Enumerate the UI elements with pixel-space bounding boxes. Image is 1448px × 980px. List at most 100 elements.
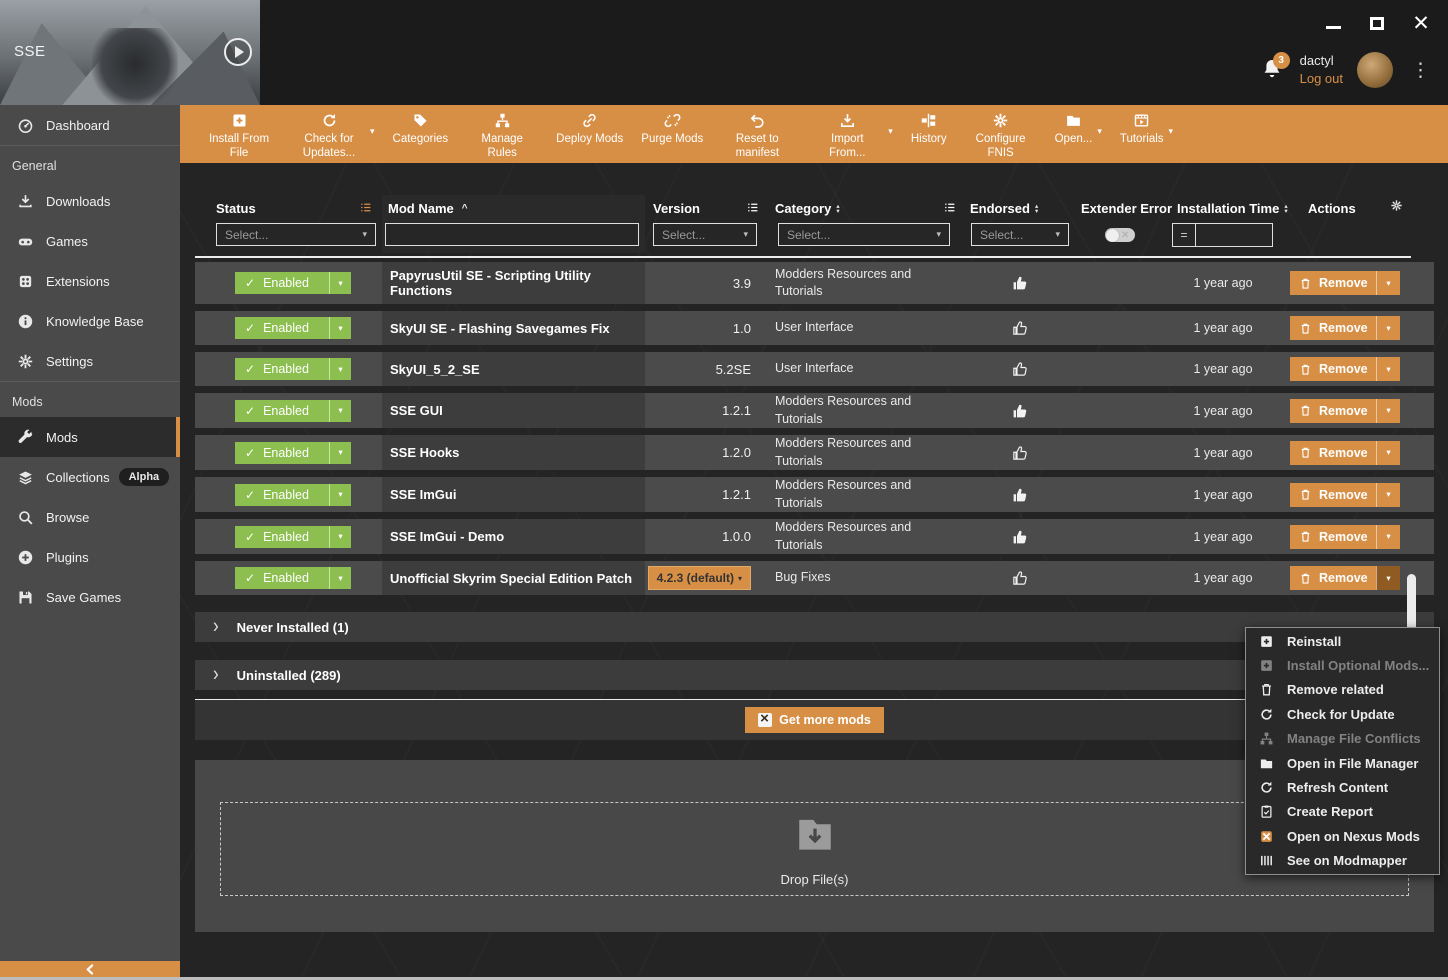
mod-name-cell[interactable]: Unofficial Skyrim Special Edition Patch (382, 561, 645, 595)
time-operator-button[interactable]: = (1173, 224, 1196, 246)
toolbar-button[interactable]: Configure FNIS (956, 105, 1046, 163)
column-header-status[interactable]: Status (216, 201, 256, 216)
play-game-button[interactable] (224, 38, 252, 66)
remove-dropdown-caret[interactable]: ▾ (1376, 525, 1400, 549)
enable-dropdown-caret[interactable]: ▾ (329, 526, 351, 548)
enable-dropdown-caret[interactable]: ▾ (329, 358, 351, 380)
version-dropdown-button[interactable]: 4.2.3 (default)▾ (648, 566, 751, 590)
endorse-button[interactable] (965, 311, 1075, 345)
toolbar-button[interactable]: Open... ▾ (1046, 105, 1111, 163)
toolbar-button[interactable]: Tutorials ▾ (1111, 105, 1182, 163)
sidebar-item[interactable]: Mods (0, 417, 180, 457)
toolbar-button[interactable]: History (902, 105, 956, 163)
remove-dropdown-caret[interactable]: ▾ (1376, 483, 1400, 507)
toolbar-button[interactable]: Deploy Mods (547, 105, 632, 163)
endorse-button[interactable] (965, 262, 1075, 304)
context-menu-item[interactable]: Remove related (1246, 678, 1439, 702)
sidebar-item[interactable]: Save Games (0, 577, 180, 617)
context-menu-item[interactable]: Create Report (1246, 800, 1439, 824)
mod-name-cell[interactable]: SkyUI SE - Flashing Savegames Fix (382, 311, 645, 345)
status-column-options-icon[interactable] (359, 201, 372, 214)
mod-name-cell[interactable]: SSE ImGui - Demo (382, 519, 645, 554)
table-settings-gear-icon[interactable] (1390, 199, 1403, 212)
remove-button[interactable]: Remove ▾ (1290, 483, 1400, 507)
sidebar-item[interactable]: Collections Alpha (0, 457, 180, 497)
mod-enable-toggle[interactable]: ✓ Enabled ▾ (235, 484, 351, 506)
dropdown-caret-icon[interactable]: ▾ (1097, 126, 1102, 137)
extender-error-toggle[interactable]: ✕ (1105, 228, 1135, 242)
dropdown-caret-icon[interactable]: ▾ (370, 126, 375, 137)
sidebar-item[interactable]: Extensions (0, 261, 180, 301)
mod-enable-toggle[interactable]: ✓ Enabled ▾ (235, 567, 351, 589)
category-column-options-icon[interactable] (943, 201, 956, 214)
remove-button[interactable]: Remove ▾ (1290, 316, 1400, 340)
enable-dropdown-caret[interactable]: ▾ (329, 484, 351, 506)
toolbar-button[interactable]: Categories (384, 105, 458, 163)
toolbar-button[interactable]: Check for Updates... ▾ (284, 105, 384, 163)
toolbar-button[interactable]: Install From File (194, 105, 284, 163)
remove-button[interactable]: Remove ▾ (1290, 357, 1400, 381)
sidebar-item[interactable]: Games (0, 221, 180, 261)
sidebar-item[interactable]: Browse (0, 497, 180, 537)
sidebar-item[interactable]: Dashboard (0, 105, 180, 145)
mod-name-filter[interactable] (385, 223, 639, 246)
sidebar-collapse-button[interactable] (0, 961, 180, 977)
mod-name-cell[interactable]: SSE GUI (382, 393, 645, 428)
context-menu-item[interactable]: Refresh Content (1246, 775, 1439, 799)
logout-link[interactable]: Log out (1300, 70, 1343, 88)
get-more-mods-button[interactable]: Get more mods (745, 707, 884, 733)
column-header-endorsed[interactable]: Endorsed▴▾ (970, 201, 1038, 216)
status-filter[interactable]: Select...▾ (216, 223, 376, 246)
mod-enable-toggle[interactable]: ✓ Enabled ▾ (235, 400, 351, 422)
column-header-version[interactable]: Version (653, 201, 700, 216)
close-button[interactable]: ✕ (1410, 12, 1432, 34)
mod-enable-toggle[interactable]: ✓ Enabled ▾ (235, 272, 351, 294)
remove-button[interactable]: Remove ▾ (1290, 441, 1400, 465)
mod-name-cell[interactable]: SSE ImGui (382, 477, 645, 512)
enable-dropdown-caret[interactable]: ▾ (329, 567, 351, 589)
enable-dropdown-caret[interactable]: ▾ (329, 400, 351, 422)
mod-enable-toggle[interactable]: ✓ Enabled ▾ (235, 526, 351, 548)
version-column-options-icon[interactable] (746, 201, 759, 214)
context-menu-item[interactable]: Reinstall (1246, 629, 1439, 653)
toolbar-button[interactable]: Purge Mods (632, 105, 712, 163)
remove-button[interactable]: Remove ▾ (1290, 566, 1400, 590)
column-header-installation-time[interactable]: Installation Time▴▾ (1177, 201, 1288, 216)
remove-dropdown-caret[interactable]: ▾ (1376, 399, 1400, 423)
sidebar-item[interactable]: Plugins (0, 537, 180, 577)
notifications-button[interactable]: 3 (1260, 57, 1286, 83)
column-header-category[interactable]: Category▴▾ (775, 201, 840, 216)
category-filter[interactable]: Select...▾ (778, 223, 950, 246)
column-header-mod-name[interactable]: Mod Name^ (388, 201, 468, 216)
mod-enable-toggle[interactable]: ✓ Enabled ▾ (235, 442, 351, 464)
endorsed-filter[interactable]: Select...▾ (971, 223, 1069, 246)
mod-enable-toggle[interactable]: ✓ Enabled ▾ (235, 317, 351, 339)
endorse-button[interactable] (965, 561, 1075, 595)
remove-dropdown-caret[interactable]: ▾ (1376, 271, 1400, 295)
endorse-button[interactable] (965, 519, 1075, 554)
installation-time-filter[interactable] (1196, 224, 1272, 246)
context-menu-item[interactable]: See on Modmapper (1246, 849, 1439, 873)
mod-name-cell[interactable]: SSE Hooks (382, 435, 645, 470)
endorse-button[interactable] (965, 352, 1075, 386)
version-filter[interactable]: Select...▾ (653, 223, 757, 246)
sidebar-item[interactable]: Downloads (0, 181, 180, 221)
dropdown-caret-icon[interactable]: ▾ (1169, 126, 1174, 137)
sidebar-item[interactable]: Knowledge Base (0, 301, 180, 341)
remove-button[interactable]: Remove ▾ (1290, 525, 1400, 549)
context-menu-item[interactable]: Open on Nexus Mods (1246, 824, 1439, 848)
toolbar-button[interactable]: Import From... ▾ (802, 105, 902, 163)
remove-dropdown-caret[interactable]: ▾ (1376, 566, 1400, 590)
context-menu-item[interactable]: Install Optional Mods... (1246, 653, 1439, 677)
remove-button[interactable]: Remove ▾ (1290, 399, 1400, 423)
enable-dropdown-caret[interactable]: ▾ (329, 442, 351, 464)
minimize-button[interactable] (1322, 12, 1344, 34)
enable-dropdown-caret[interactable]: ▾ (329, 272, 351, 294)
endorse-button[interactable] (965, 477, 1075, 512)
toolbar-button[interactable]: Reset to manifest (712, 105, 802, 163)
game-banner[interactable]: SSE (0, 0, 260, 105)
overflow-menu-icon[interactable]: ⋮ (1407, 59, 1434, 82)
mod-name-cell[interactable]: SkyUI_5_2_SE (382, 352, 645, 386)
dropdown-caret-icon[interactable]: ▾ (888, 126, 893, 137)
remove-dropdown-caret[interactable]: ▾ (1376, 316, 1400, 340)
